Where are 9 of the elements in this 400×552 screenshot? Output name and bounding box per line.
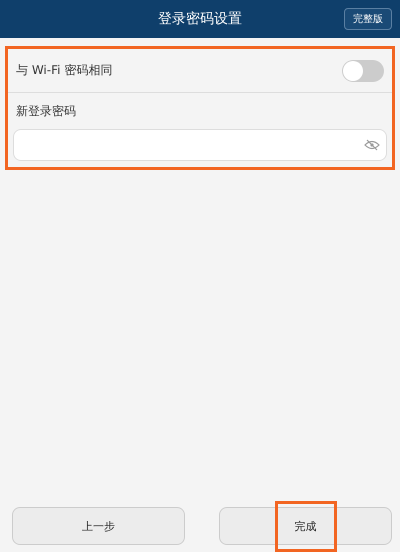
password-field[interactable] [13, 129, 387, 161]
previous-step-button[interactable]: 上一步 [12, 507, 185, 545]
full-version-button[interactable]: 完整版 [344, 8, 392, 30]
field-label: 新登录密码 [15, 103, 77, 120]
eye-icon[interactable] [364, 138, 380, 152]
setting-label: 与 Wi-Fi 密码相同 [16, 62, 112, 79]
toggle-switch[interactable] [342, 60, 384, 82]
finish-button[interactable]: 完成 [219, 507, 392, 545]
page-title: 登录密码设置 [158, 10, 242, 28]
